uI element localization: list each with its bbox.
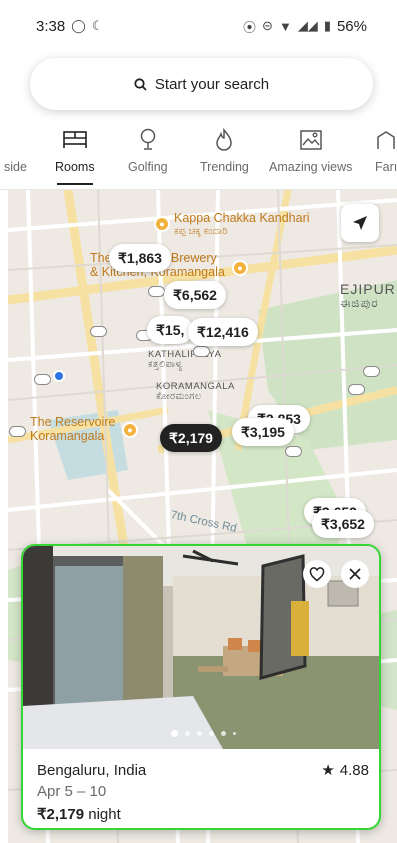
area-kathalipalya-name-kn: ಕತ್ತಲಿಪಾಳ್ಯ xyxy=(148,359,183,371)
map-marker-dot[interactable] xyxy=(285,446,302,457)
heart-icon xyxy=(309,566,325,581)
price-marker[interactable]: ₹15, xyxy=(147,316,194,344)
area-ejipura: EJIPUR ಈಜಿಪುರ xyxy=(340,281,396,311)
star-icon: ★ xyxy=(321,762,335,779)
landscape-icon xyxy=(299,126,323,154)
listing-info: Bengaluru, India ★ 4.88 Apr 5 – 10 ₹2,17… xyxy=(23,749,379,828)
bar-pin-icon[interactable]: ● xyxy=(122,422,138,438)
close-icon xyxy=(349,568,361,580)
category-partial[interactable]: side xyxy=(4,126,27,174)
navigation-arrow-icon xyxy=(353,216,367,230)
flame-icon xyxy=(214,126,234,154)
search-bar[interactable]: Start your search xyxy=(30,58,373,110)
category-bar: side Rooms Golfing Trending Amazing view… xyxy=(0,126,397,188)
pagination-dot xyxy=(196,731,202,736)
listing-rating: ★ 4.88 xyxy=(321,761,369,780)
area-ejipura-name-kn: ಈಜಿಪುರ xyxy=(340,296,379,311)
pagination-dot xyxy=(232,732,236,735)
map-marker-dot[interactable] xyxy=(193,346,210,357)
category-amazing-views[interactable]: Amazing views xyxy=(269,126,352,174)
listing-dates: Apr 5 – 10 xyxy=(37,783,107,800)
category-label: Trending xyxy=(200,160,249,174)
wifi-icon: ▼ xyxy=(278,18,292,34)
category-label: Farı xyxy=(375,160,397,174)
category-label: side xyxy=(4,160,27,174)
price-amount: ₹2,179 xyxy=(37,806,85,823)
price-marker[interactable]: ₹3,652 xyxy=(312,510,374,538)
pagination-dot xyxy=(220,731,226,736)
map-marker-dot[interactable] xyxy=(90,326,107,337)
price-marker[interactable]: ₹12,416 xyxy=(188,318,258,346)
location-icon: ⦿ xyxy=(243,19,257,35)
listing-photo[interactable] xyxy=(23,546,379,749)
pagination-dot xyxy=(184,731,190,736)
status-bar: 3:38 ◯ ☾ ⦿ ⊝ ▼ ◢◢ ▮ 56% xyxy=(0,0,397,52)
area-koramangala: KORAMANGALA ಕೋರಮಂಗಲ xyxy=(156,381,235,403)
pagination-dot xyxy=(208,731,214,736)
active-underline xyxy=(56,183,93,185)
listing-card[interactable]: Bengaluru, India ★ 4.88 Apr 5 – 10 ₹2,17… xyxy=(21,544,381,830)
status-right: ⦿ ⊝ ▼ ◢◢ ▮ 56% xyxy=(243,17,367,36)
search-label: Start your search xyxy=(154,75,270,93)
bar-pin-icon[interactable]: ● xyxy=(232,260,248,276)
category-rooms[interactable]: Rooms xyxy=(55,126,95,185)
price-marker[interactable]: ₹6,562 xyxy=(164,281,226,309)
current-location-icon xyxy=(53,370,65,382)
map-marker-dot[interactable] xyxy=(148,286,165,297)
poi-kappa[interactable]: Kappa Chakka Kandhari ಕಪ್ಪ ಚಕ್ಕ ಕಂದಾರಿ xyxy=(174,211,310,237)
price-marker[interactable]: ₹3,195 xyxy=(232,418,294,446)
map-marker-dot[interactable] xyxy=(34,374,51,385)
save-button[interactable] xyxy=(303,560,331,588)
battery-icon: ▮ xyxy=(323,18,331,33)
listing-location: Bengaluru, India xyxy=(37,761,147,779)
farm-icon xyxy=(375,126,397,154)
category-label: Rooms xyxy=(55,160,95,174)
area-kathalipalya: KATHALIPALYA ಕತ್ತಲಿಪಾಳ್ಯ xyxy=(148,349,221,371)
price-suffix: night xyxy=(84,806,121,823)
poi-reservoire-name: The Reservoire xyxy=(30,415,116,429)
status-left: 3:38 ◯ ☾ xyxy=(36,18,103,35)
notification-icon: ☾ xyxy=(91,18,104,33)
area-koramangala-name-kn: ಕೋರಮಂಗಲ xyxy=(156,391,202,403)
pagination-dot-active xyxy=(170,730,178,737)
search-icon xyxy=(134,77,147,91)
category-farm[interactable]: Farı xyxy=(375,126,397,174)
category-label: Amazing views xyxy=(269,160,353,174)
close-button[interactable] xyxy=(341,560,369,588)
rating-value: 4.88 xyxy=(339,761,369,779)
category-golfing[interactable]: Golfing xyxy=(128,126,168,174)
restaurant-pin-icon[interactable]: ● xyxy=(154,216,170,232)
signal-icon: ◢◢ xyxy=(297,18,318,33)
locate-button[interactable] xyxy=(341,204,379,242)
map-marker-dot[interactable] xyxy=(363,366,380,377)
category-label: Golfing xyxy=(128,160,168,174)
map-marker-dot[interactable] xyxy=(9,426,26,437)
golf-icon xyxy=(138,126,158,154)
bed-icon xyxy=(62,126,88,154)
poi-kappa-name: Kappa Chakka Kandhari xyxy=(174,211,310,225)
map-marker-dot[interactable] xyxy=(348,384,365,395)
price-marker[interactable]: ₹1,863 xyxy=(109,244,171,272)
dnd-icon: ⊝ xyxy=(262,18,273,33)
poi-kappa-name-kn: ಕಪ್ಪ ಚಕ್ಕ ಕಂದಾರಿ xyxy=(174,225,228,237)
category-trending[interactable]: Trending xyxy=(200,126,249,174)
poi-reservoire-name-2: Koramangala xyxy=(30,428,105,443)
photo-pagination xyxy=(23,730,379,737)
whatsapp-icon: ◯ xyxy=(71,18,86,33)
price-marker-selected[interactable]: ₹2,179 xyxy=(160,424,222,452)
listing-price: ₹2,179 night xyxy=(37,805,369,823)
poi-reservoire[interactable]: The Reservoire Koramangala xyxy=(30,415,116,444)
clock: 3:38 xyxy=(36,17,66,35)
battery-level: 56% xyxy=(336,17,367,35)
area-ejipura-name: EJIPUR xyxy=(340,281,396,297)
